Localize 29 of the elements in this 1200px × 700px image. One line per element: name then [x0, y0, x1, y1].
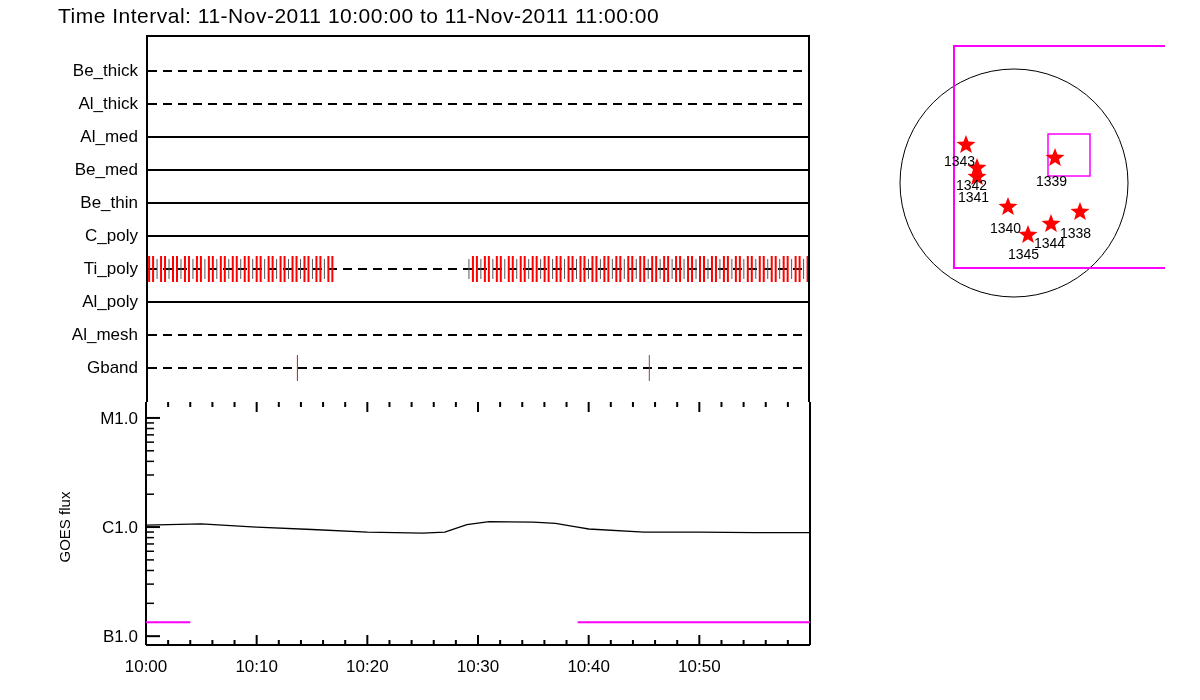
zoom-box: [1047, 133, 1091, 177]
y-axis-label: GOES flux: [56, 491, 73, 563]
x-tick-label: 10:50: [678, 657, 721, 676]
x-tick-label: 10:40: [567, 657, 610, 676]
filter-label: Al_thick: [78, 93, 138, 114]
y-tick-label: B1.0: [103, 627, 138, 647]
filter-label: Al_mesh: [71, 324, 138, 345]
region-label: 1340: [990, 220, 1022, 236]
star-icon: [956, 135, 976, 154]
plot-title: Time Interval: 11-Nov-2011 10:00:00 to 11-Nov-2011 11:00:00: [58, 4, 660, 27]
filter-label: Gband: [86, 357, 138, 378]
x-tick-label: 10:30: [456, 657, 500, 676]
star-icon: [1070, 202, 1090, 221]
filter-label: Ti_poly: [83, 258, 138, 279]
x-tick-label: 10:20: [346, 657, 389, 676]
star-icon: [1041, 214, 1061, 233]
x-tick-label: 10:00: [124, 657, 168, 676]
filter-label: C_poly: [85, 225, 138, 246]
star-icon: [998, 197, 1018, 216]
star-icon: [1045, 148, 1065, 167]
region-label: 1339: [1036, 173, 1068, 189]
x-tick-label: 10:10: [235, 657, 278, 676]
filter-label: Al_poly: [82, 291, 138, 312]
y-tick-label: M1.0: [100, 408, 138, 428]
filter-label: Be_med: [74, 159, 138, 180]
filter-label: Al_med: [80, 126, 138, 147]
y-tick-label: C1.0: [102, 518, 138, 538]
filter-label: Be_thin: [80, 192, 138, 213]
filter-label: Be_thick: [72, 60, 138, 81]
